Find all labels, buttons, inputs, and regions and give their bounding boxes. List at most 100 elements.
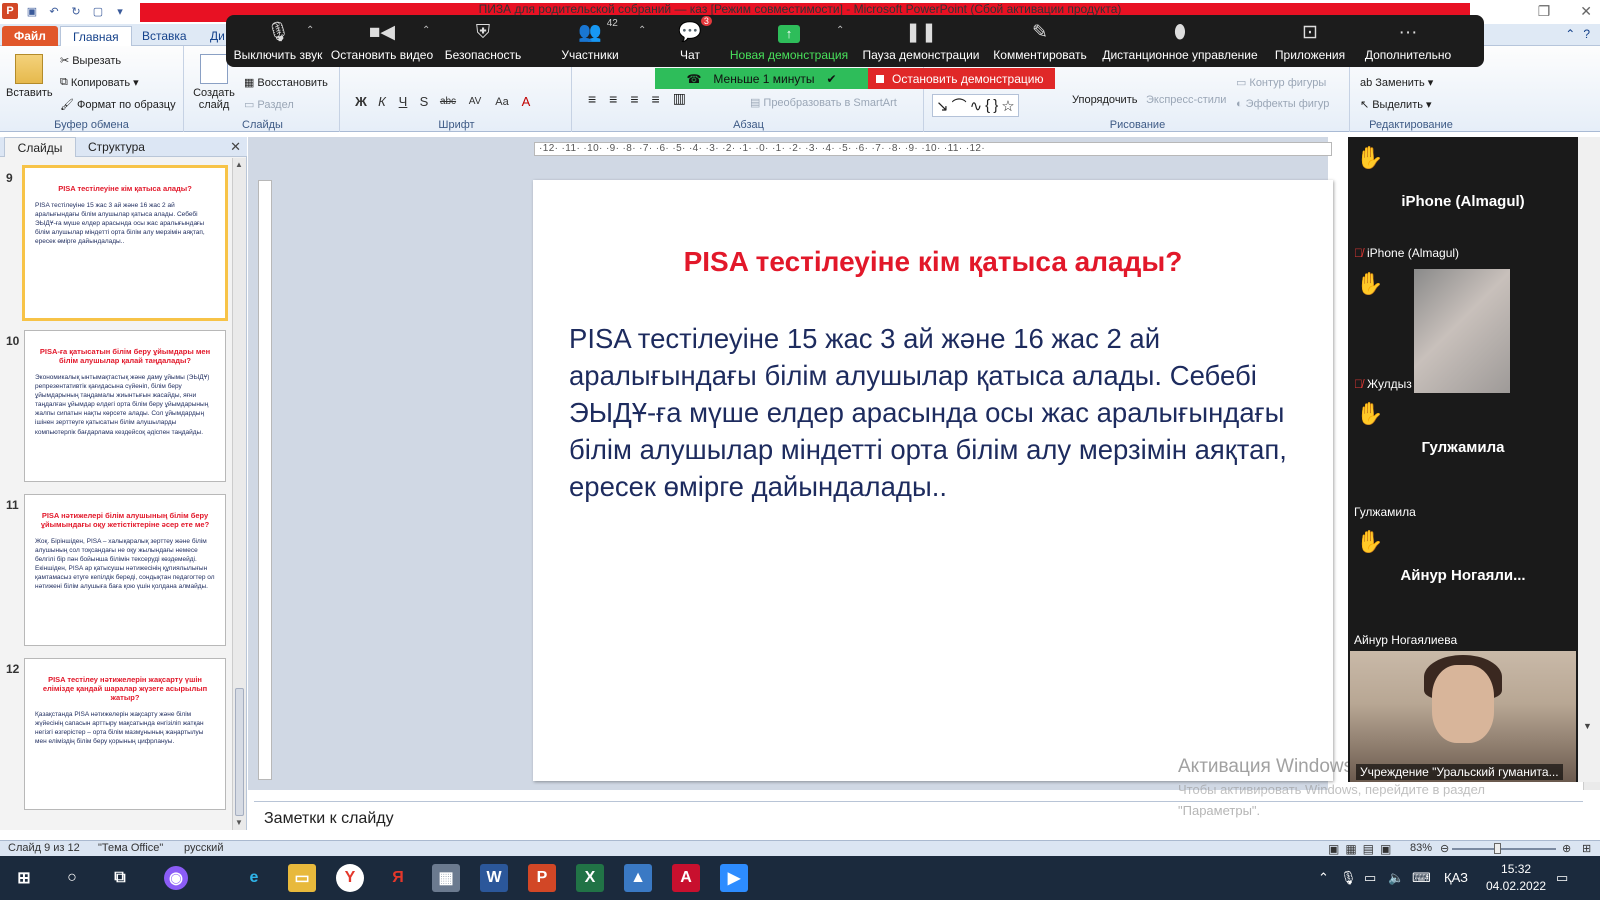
network-icon[interactable]: ▭ bbox=[1364, 870, 1376, 886]
cut-button[interactable]: ✂ Вырезать bbox=[60, 54, 121, 68]
slide-canvas[interactable]: PISA тестілеуіне кім қатыса алады? PISA … bbox=[533, 180, 1333, 781]
security-button[interactable]: ⛨ Безопасность bbox=[442, 15, 524, 67]
participant-tile[interactable]: ✋ 🎙̸ iPhone (Almagul) 🎙̸ Жулдыз bbox=[1348, 246, 1578, 393]
restore-window-icon[interactable]: ❐ bbox=[1538, 3, 1551, 20]
justify-icon[interactable]: ≡ bbox=[652, 91, 670, 107]
replace-button[interactable]: ab Заменить ▾ bbox=[1360, 76, 1433, 90]
view-buttons[interactable]: ▣▦▤▣ bbox=[1328, 842, 1397, 856]
format-painter-button[interactable]: 🖌 Формат по образцу bbox=[60, 98, 176, 112]
zoom-in-icon[interactable]: ⊕ bbox=[1562, 842, 1571, 855]
shape-effects-button[interactable]: ◐ Эффекты фигур bbox=[1236, 98, 1329, 110]
microphone-tray-icon[interactable]: 🎙 bbox=[1340, 870, 1357, 886]
apps-button[interactable]: ⊡ Приложения bbox=[1270, 15, 1350, 67]
align-left-icon[interactable]: ≡ bbox=[588, 91, 606, 107]
tab-file[interactable]: Файл bbox=[2, 26, 58, 46]
tab-slides[interactable]: Слайды bbox=[4, 137, 76, 157]
curve-shape-icon[interactable]: ⌒ bbox=[952, 95, 967, 116]
arrow-shape-icon[interactable]: ↘ bbox=[936, 97, 949, 115]
italic-button[interactable]: К bbox=[373, 94, 391, 109]
copy-button[interactable]: ⧉ Копировать ▾ bbox=[60, 76, 139, 89]
quick-styles-button[interactable]: Экспресс-стили bbox=[1146, 94, 1226, 106]
paste-button[interactable]: Вставить bbox=[6, 54, 53, 99]
task-view-icon[interactable]: ⧉ bbox=[106, 864, 134, 892]
chevron-down-icon[interactable]: ⌃ bbox=[638, 25, 646, 36]
remote-control-button[interactable]: ⬮ Дистанционное управление bbox=[1100, 15, 1260, 67]
annotate-button[interactable]: ✎ Комментировать bbox=[990, 15, 1090, 67]
close-icon[interactable]: ✕ bbox=[230, 139, 241, 155]
font-color-button[interactable]: A bbox=[517, 94, 535, 109]
participants-scrollbar[interactable]: ▼ bbox=[1578, 137, 1600, 782]
align-buttons[interactable]: ≡ ≡ ≡ ≡ ▥ bbox=[588, 90, 696, 107]
slide-title[interactable]: PISA тестілеуіне кім қатыса алады? bbox=[533, 246, 1333, 278]
bold-button[interactable]: Ж bbox=[352, 94, 370, 109]
zoom-slider[interactable] bbox=[1452, 848, 1556, 850]
tab-outline[interactable]: Структура bbox=[80, 137, 153, 157]
close-window-icon[interactable]: ✕ bbox=[1580, 3, 1592, 20]
new-share-button[interactable]: ↑ Новая демонстрация bbox=[726, 15, 852, 67]
convert-smartart-button[interactable]: ▤ Преобразовать в SmartArt bbox=[750, 96, 897, 110]
pause-share-button[interactable]: ❚❚ Пауза демонстрации bbox=[862, 15, 980, 67]
calculator-icon[interactable]: ▦ bbox=[432, 864, 460, 892]
windows-start-icon[interactable]: ⊞ bbox=[10, 864, 38, 892]
yandex-browser-icon[interactable]: Y bbox=[336, 864, 364, 892]
mute-button[interactable]: 🎙 Выключить звук bbox=[230, 15, 326, 67]
search-icon[interactable]: ○ bbox=[58, 864, 86, 892]
shadow-button[interactable]: S bbox=[415, 94, 433, 109]
yandex-icon[interactable]: Я bbox=[384, 864, 412, 892]
tab-insert[interactable]: Вставка bbox=[130, 26, 199, 46]
slide-thumbnail-10[interactable]: PISA-ға қатысатын білім беру ұйымдары ме… bbox=[24, 330, 226, 482]
language[interactable]: русский bbox=[184, 842, 223, 854]
theme-name[interactable]: "Тема Office" bbox=[98, 842, 163, 854]
help-icon[interactable]: ? bbox=[1583, 27, 1590, 41]
zoom-app-icon[interactable]: ▶ bbox=[720, 864, 748, 892]
slide-thumbnail-9[interactable]: PISA тестілеуіне кім қатыса алады? PISA … bbox=[22, 165, 228, 321]
tray-expand-icon[interactable]: ⌃ bbox=[1318, 870, 1329, 886]
chevron-down-icon[interactable]: ⌃ bbox=[306, 25, 314, 36]
shape-outline-button[interactable]: ▭ Контур фигуры bbox=[1236, 76, 1326, 90]
clock[interactable]: 15:32 04.02.2022 bbox=[1486, 861, 1546, 895]
chat-button[interactable]: 💬 3 Чат bbox=[670, 15, 712, 67]
zoom-level[interactable]: 83% bbox=[1410, 842, 1432, 854]
scroll-down-icon[interactable]: ▼ bbox=[235, 818, 243, 827]
scroll-up-icon[interactable]: ▲ bbox=[235, 160, 243, 169]
align-right-icon[interactable]: ≡ bbox=[630, 91, 648, 107]
acrobat-icon[interactable]: A bbox=[672, 864, 700, 892]
slide-thumbnail-11[interactable]: PISA нәтижелері білім алушының білім бер… bbox=[24, 494, 226, 646]
section-button[interactable]: ▭ Раздел bbox=[244, 98, 294, 112]
photos-icon[interactable]: ▲ bbox=[624, 864, 652, 892]
arrange-button[interactable]: Упорядочить bbox=[1072, 94, 1137, 106]
powerpoint-icon[interactable]: P bbox=[528, 864, 556, 892]
edge-browser-icon[interactable]: e bbox=[240, 864, 268, 892]
participants-button[interactable]: 👥 42 Участники bbox=[558, 15, 622, 67]
brace-right-shape-icon[interactable]: } bbox=[993, 97, 998, 114]
scrollbar-thumb[interactable] bbox=[235, 688, 244, 816]
zoom-out-icon[interactable]: ⊖ bbox=[1440, 842, 1449, 855]
excel-icon[interactable]: X bbox=[576, 864, 604, 892]
slide-body-text[interactable]: PISA тестілеуіне 15 жас 3 ай және 16 жас… bbox=[569, 320, 1305, 505]
more-button[interactable]: ··· Дополнительно bbox=[1360, 15, 1456, 67]
strikethrough-button[interactable]: abc bbox=[436, 96, 460, 107]
participant-video[interactable]: Учреждение "Уральский гуманита... bbox=[1350, 651, 1576, 782]
word-icon[interactable]: W bbox=[480, 864, 508, 892]
fit-slide-icon[interactable]: ⊞ bbox=[1582, 842, 1591, 855]
slide-thumbnail-12[interactable]: PISA тестілеу нәтижелерін жақсарту үшін … bbox=[24, 658, 226, 810]
notes-field[interactable]: Заметки к слайду bbox=[254, 801, 1583, 834]
select-button[interactable]: ↖ Выделить ▾ bbox=[1360, 98, 1432, 112]
star-shape-icon[interactable]: ☆ bbox=[1001, 97, 1014, 115]
brace-shape-icon[interactable]: { bbox=[985, 97, 990, 114]
chevron-down-icon[interactable]: ⌃ bbox=[836, 25, 844, 36]
scroll-down-icon[interactable]: ▼ bbox=[1583, 721, 1592, 731]
underline-button[interactable]: Ч bbox=[394, 94, 412, 109]
change-case-button[interactable]: Aa bbox=[490, 96, 514, 108]
notifications-icon[interactable]: ▭ bbox=[1556, 870, 1568, 886]
slides-pane-scrollbar[interactable]: ▲ ▼ bbox=[232, 158, 246, 830]
participant-tile[interactable]: ✋ Гулжамила Гулжамила bbox=[1348, 393, 1578, 521]
input-language[interactable]: ҚАЗ bbox=[1444, 870, 1468, 885]
participant-tile[interactable]: ✋ Айнур Ногаяли... Айнур Ногаялиева bbox=[1348, 521, 1578, 649]
shapes-gallery[interactable]: ↘ ⌒ ∿{} ☆ bbox=[932, 94, 1019, 117]
stop-video-button[interactable]: ■◀ Остановить видео bbox=[330, 15, 434, 67]
volume-icon[interactable]: 🔈 bbox=[1388, 870, 1404, 886]
keyboard-icon[interactable]: ⌨ bbox=[1412, 870, 1431, 886]
file-explorer-icon[interactable]: ▭ bbox=[288, 864, 316, 892]
align-center-icon[interactable]: ≡ bbox=[609, 91, 627, 107]
